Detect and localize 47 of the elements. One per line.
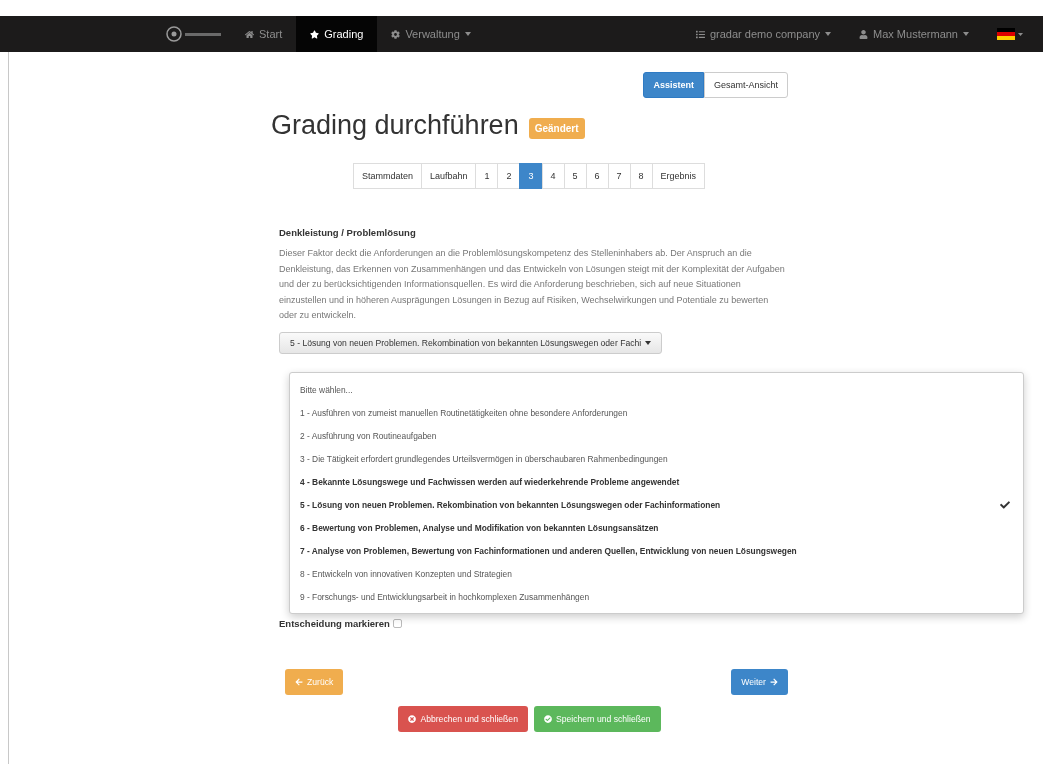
dropdown-option[interactable]: 3 - Die Tätigkeit erfordert grundlegendes Urteilsvermögen in überschaubaren Rahmenbedingungen (290, 447, 1023, 471)
checkbox[interactable] (392, 618, 402, 628)
dropdown-option[interactable]: 2 - Ausführung von Routineaufgaben (290, 424, 1023, 448)
view-toggle-button[interactable]: Gesamt-Ansicht (703, 72, 788, 98)
dropdown-option[interactable]: 4 - Bekannte Lösungswege und Fachwissen werden auf wiederkehrende Probleme angewendet (290, 470, 1023, 494)
dropdown-option[interactable]: 7 - Analyse von Problemen, Bewertung von Fachinformationen und anderen Quellen, Entwicklung von neuen Lösungswegen (290, 539, 1023, 563)
step-tab[interactable]: Laufbahn (420, 163, 477, 189)
dropdown-option[interactable]: 1 - Ausführen von zumeist manuellen Routinetätigkeiten ohne besondere Anforderungen (290, 401, 1023, 425)
checkbox-label: Entscheidung markieren (279, 617, 390, 629)
arrow-left-icon (295, 677, 303, 686)
step-tab[interactable]: 4 (541, 163, 565, 189)
next-button[interactable]: Weiter (731, 668, 788, 695)
step-tab[interactable]: Ergebnis (651, 163, 706, 189)
dropdown-option[interactable]: 6 - Bewertung von Problemen, Analyse und Modifikation von bekannten Lösungsansätzen (290, 516, 1023, 540)
dropdown-option[interactable]: 5 - Lösung von neuen Problemen. Rekombination von bekannten Lösungswegen oder Fachinformationen (290, 493, 1023, 517)
step-tab[interactable]: 2 (497, 163, 521, 189)
step-tab[interactable]: 5 (563, 163, 587, 189)
arrow-right-icon (770, 677, 778, 686)
dropdown-option[interactable]: 9 - Forschungs- und Entwicklungsarbeit in hochkomplexen Zusammenhängen (290, 585, 1023, 609)
step-tab[interactable]: 7 (607, 163, 631, 189)
step-tab[interactable]: 3 (519, 163, 543, 189)
page-title: Grading durchführen (271, 110, 519, 141)
list-icon (695, 29, 705, 39)
settings-icon (391, 29, 401, 39)
nav-item[interactable]: Grading (296, 16, 378, 52)
step-tab[interactable]: Stammdaten (352, 163, 422, 189)
dropdown-option[interactable]: 8 - Entwickeln von innovativen Konzepten und Strategien (290, 562, 1023, 586)
section-description: Dieser Faktor deckt die Anforderungen an die Problemlösungskompetenz des Stelleninhabers ab. Der Anspruch an die Denkleistung, das Erkennen von Zusammenhängen und das Entwickeln von Lösungen steigt mit der Komplexität der Aufgaben und der zu berücksichtigenden Informationsquellen. Es wird die Anforderung beschrieben, sich auf neue Situationen einzustellen und in höheren Ausprägungen Lösungen in Bezug auf Risiken, Wechselwirkungen und Potentiale zu bewerten oder zu entwickeln. (279, 247, 786, 322)
step-tab[interactable]: 1 (475, 163, 499, 189)
dropdown-option[interactable]: Bitte wählen... (290, 378, 1023, 402)
nav-item[interactable]: Start (231, 16, 297, 52)
status-badge: Geändert (528, 118, 585, 139)
check-icon (1000, 500, 1010, 510)
level-select[interactable]: 5 - Lösung von neuen Problemen. Rekombination von bekannten Lösungswegen oder Fachi (279, 331, 663, 354)
section-heading: Denkleistung / Problemlösung (279, 227, 417, 238)
user-icon (859, 29, 868, 39)
star-icon (310, 29, 320, 39)
flag-icon[interactable] (997, 28, 1023, 40)
nav-item[interactable]: gradar demo company (681, 16, 845, 52)
caret-icon (645, 340, 652, 345)
view-toggle-button[interactable]: Assistent (643, 72, 704, 98)
home-icon (245, 29, 254, 39)
nav-item[interactable]: Verwaltung (377, 16, 485, 52)
cancel-button[interactable]: Abbrechen und schließen (398, 705, 528, 732)
step-tab[interactable]: 8 (629, 163, 653, 189)
nav-item[interactable]: Max Mustermann (845, 16, 983, 52)
step-tab[interactable]: 6 (585, 163, 609, 189)
